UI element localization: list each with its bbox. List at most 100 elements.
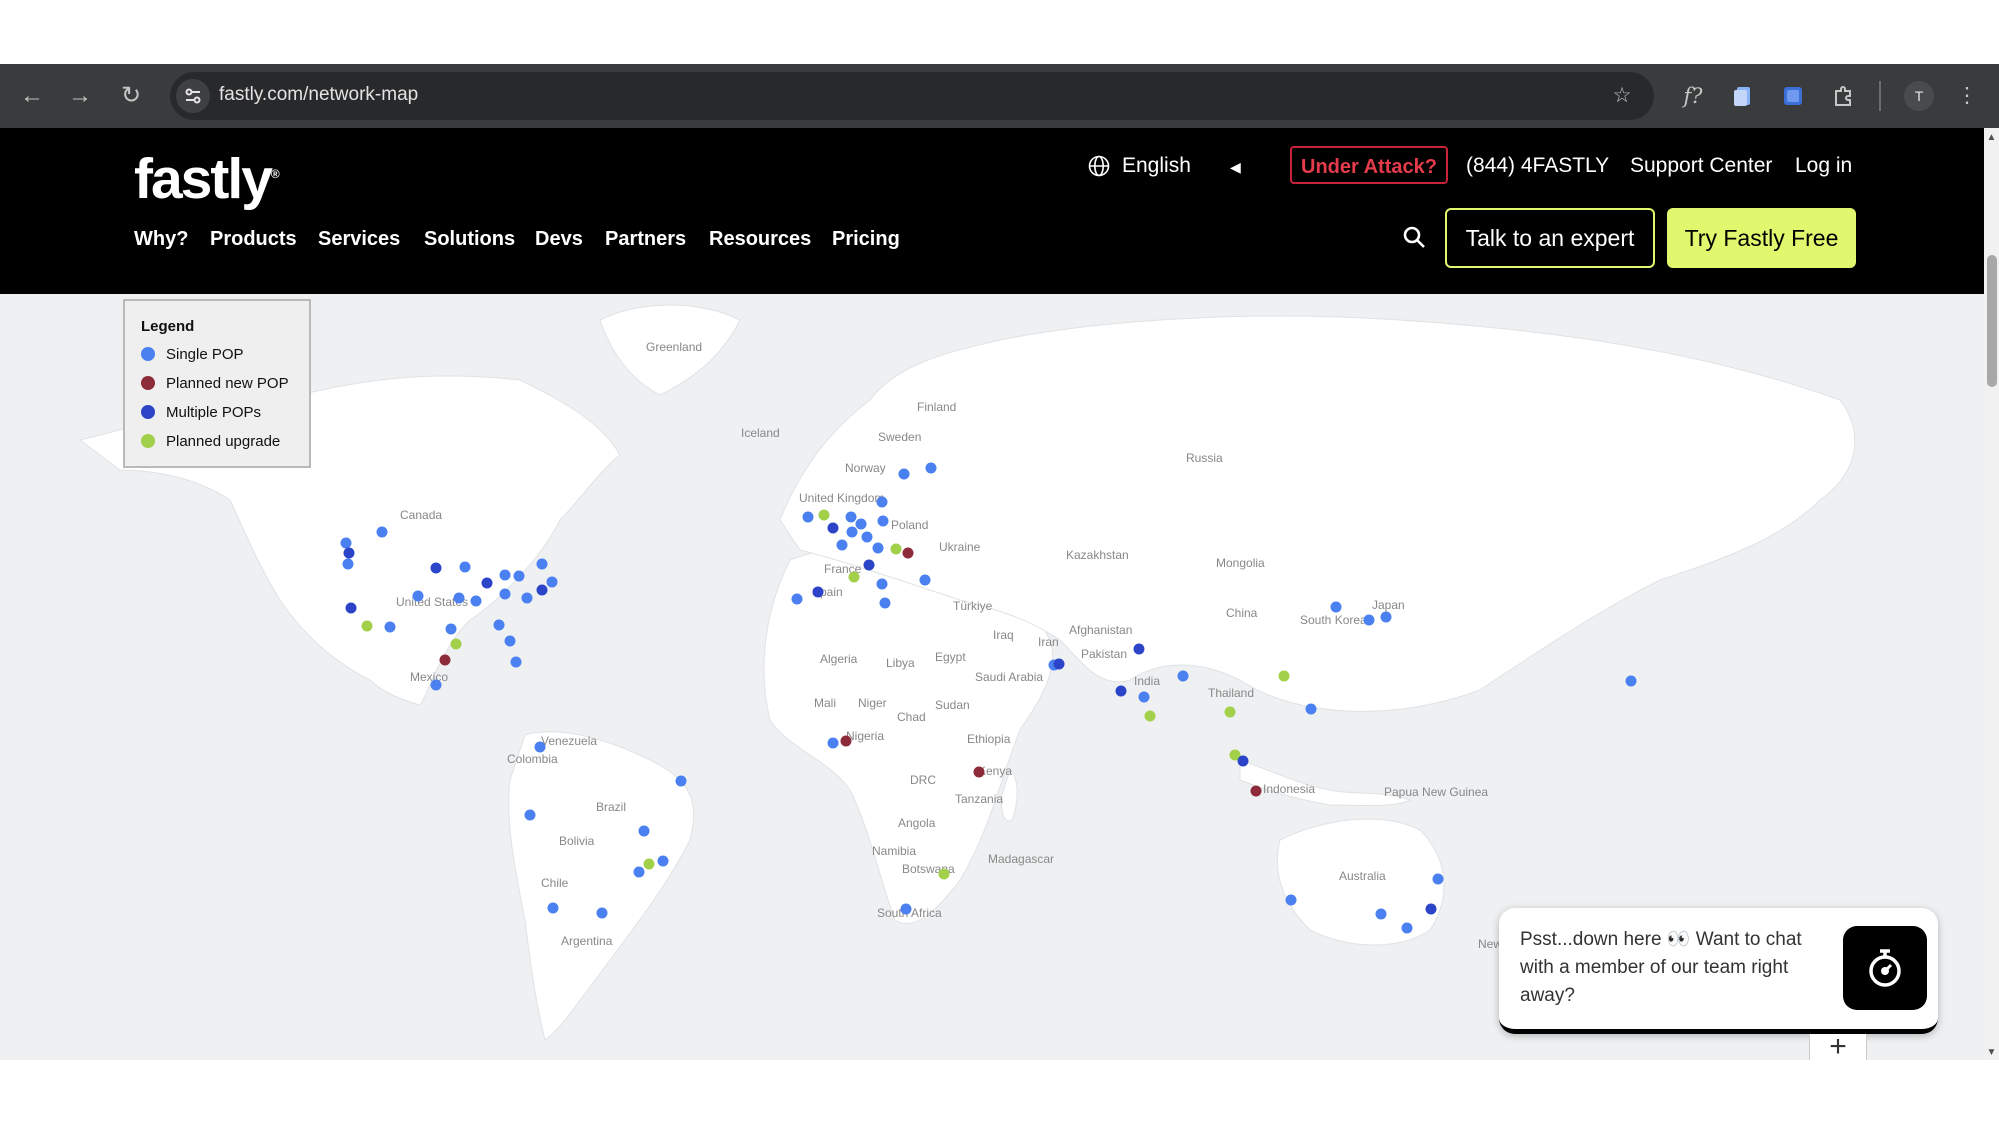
pop-marker[interactable]	[1133, 643, 1145, 655]
pop-marker[interactable]	[453, 592, 465, 604]
search-icon[interactable]	[1401, 224, 1429, 252]
pop-marker[interactable]	[513, 570, 525, 582]
pop-marker[interactable]	[900, 903, 912, 915]
pop-marker[interactable]	[345, 602, 357, 614]
pop-marker[interactable]	[919, 574, 931, 586]
pop-marker[interactable]	[876, 496, 888, 508]
pop-marker[interactable]	[1250, 785, 1262, 797]
pop-marker[interactable]	[459, 561, 471, 573]
nav-partners[interactable]: Partners	[605, 226, 686, 252]
under-attack-button[interactable]: Under Attack?	[1290, 146, 1448, 184]
pop-marker[interactable]	[890, 543, 902, 555]
pop-marker[interactable]	[863, 559, 875, 571]
pop-marker[interactable]	[504, 635, 516, 647]
pop-marker[interactable]	[439, 654, 451, 666]
pop-marker[interactable]	[872, 542, 884, 554]
chat-launcher-button[interactable]	[1843, 926, 1927, 1010]
pop-marker[interactable]	[675, 775, 687, 787]
nav-products[interactable]: Products	[210, 226, 297, 252]
pop-marker[interactable]	[973, 766, 985, 778]
site-settings-icon[interactable]	[176, 79, 210, 113]
pop-marker[interactable]	[596, 907, 608, 919]
kebab-menu-icon[interactable]: ⋮	[1951, 80, 1983, 112]
pop-marker[interactable]	[524, 809, 536, 821]
phone-link[interactable]: (844) 4FASTLY	[1466, 152, 1609, 180]
pop-marker[interactable]	[546, 576, 558, 588]
pop-marker[interactable]	[1053, 658, 1065, 670]
pop-marker[interactable]	[1224, 706, 1236, 718]
pop-marker[interactable]	[1375, 908, 1387, 920]
pop-marker[interactable]	[1278, 670, 1290, 682]
pop-marker[interactable]	[493, 619, 505, 631]
pop-marker[interactable]	[1305, 703, 1317, 715]
pop-marker[interactable]	[643, 858, 655, 870]
pop-marker[interactable]	[1363, 614, 1375, 626]
pop-marker[interactable]	[1401, 922, 1413, 934]
fx-extension-icon[interactable]: f?	[1677, 80, 1709, 112]
pop-marker[interactable]	[1138, 691, 1150, 703]
pop-marker[interactable]	[376, 526, 388, 538]
pop-marker[interactable]	[657, 855, 669, 867]
scroll-up-arrow-icon[interactable]: ▲	[1984, 130, 1999, 145]
puzzle-extensions-icon[interactable]	[1827, 80, 1859, 112]
pop-marker[interactable]	[1625, 675, 1637, 687]
pop-marker[interactable]	[343, 547, 355, 559]
blue-extension-icon[interactable]	[1777, 80, 1809, 112]
pop-marker[interactable]	[445, 623, 457, 635]
pop-marker[interactable]	[521, 592, 533, 604]
try-fastly-free-button[interactable]: Try Fastly Free	[1667, 208, 1856, 268]
pop-marker[interactable]	[430, 679, 442, 691]
pop-marker[interactable]	[846, 526, 858, 538]
pop-marker[interactable]	[547, 902, 559, 914]
nav-solutions[interactable]: Solutions	[424, 226, 515, 252]
pop-marker[interactable]	[827, 737, 839, 749]
caret-left-icon[interactable]: ◀	[1230, 155, 1241, 179]
pop-marker[interactable]	[412, 590, 424, 602]
pop-marker[interactable]	[1177, 670, 1189, 682]
pop-marker[interactable]	[845, 511, 857, 523]
pop-marker[interactable]	[802, 511, 814, 523]
talk-to-expert-button[interactable]: Talk to an expert	[1445, 208, 1655, 268]
pop-marker[interactable]	[855, 518, 867, 530]
zoom-in-button[interactable]: +	[1809, 1032, 1867, 1062]
forward-arrow-icon[interactable]: →	[64, 80, 96, 112]
pop-marker[interactable]	[938, 868, 950, 880]
pop-marker[interactable]	[361, 620, 373, 632]
pop-marker[interactable]	[342, 558, 354, 570]
pop-marker[interactable]	[840, 735, 852, 747]
pop-marker[interactable]	[1380, 611, 1392, 623]
pop-marker[interactable]	[536, 584, 548, 596]
login-link[interactable]: Log in	[1795, 152, 1852, 180]
pop-marker[interactable]	[633, 866, 645, 878]
pop-marker[interactable]	[812, 586, 824, 598]
pop-marker[interactable]	[827, 522, 839, 534]
fastly-logo[interactable]: fastly®	[134, 142, 280, 211]
profile-avatar[interactable]: T	[1904, 81, 1934, 111]
nav-why[interactable]: Why?	[134, 226, 188, 252]
support-center-link[interactable]: Support Center	[1630, 152, 1772, 180]
nav-devs[interactable]: Devs	[535, 226, 583, 252]
pop-marker[interactable]	[430, 562, 442, 574]
docs-extension-icon[interactable]	[1727, 80, 1759, 112]
pop-marker[interactable]	[499, 569, 511, 581]
language-selector[interactable]: English	[1122, 152, 1191, 180]
pop-marker[interactable]	[877, 515, 889, 527]
pop-marker[interactable]	[898, 468, 910, 480]
pop-marker[interactable]	[536, 558, 548, 570]
pop-marker[interactable]	[1115, 685, 1127, 697]
pop-marker[interactable]	[1425, 903, 1437, 915]
reload-icon[interactable]: ↻	[115, 80, 147, 112]
pop-marker[interactable]	[470, 595, 482, 607]
pop-marker[interactable]	[384, 621, 396, 633]
pop-marker[interactable]	[450, 638, 462, 650]
pop-marker[interactable]	[481, 577, 493, 589]
pop-marker[interactable]	[1237, 755, 1249, 767]
nav-resources[interactable]: Resources	[709, 226, 811, 252]
nav-pricing[interactable]: Pricing	[832, 226, 900, 252]
pop-marker[interactable]	[1285, 894, 1297, 906]
pop-marker[interactable]	[510, 656, 522, 668]
pop-marker[interactable]	[791, 593, 803, 605]
pop-marker[interactable]	[340, 537, 352, 549]
pop-marker[interactable]	[534, 741, 546, 753]
scroll-down-arrow-icon[interactable]: ▼	[1984, 1045, 1999, 1060]
